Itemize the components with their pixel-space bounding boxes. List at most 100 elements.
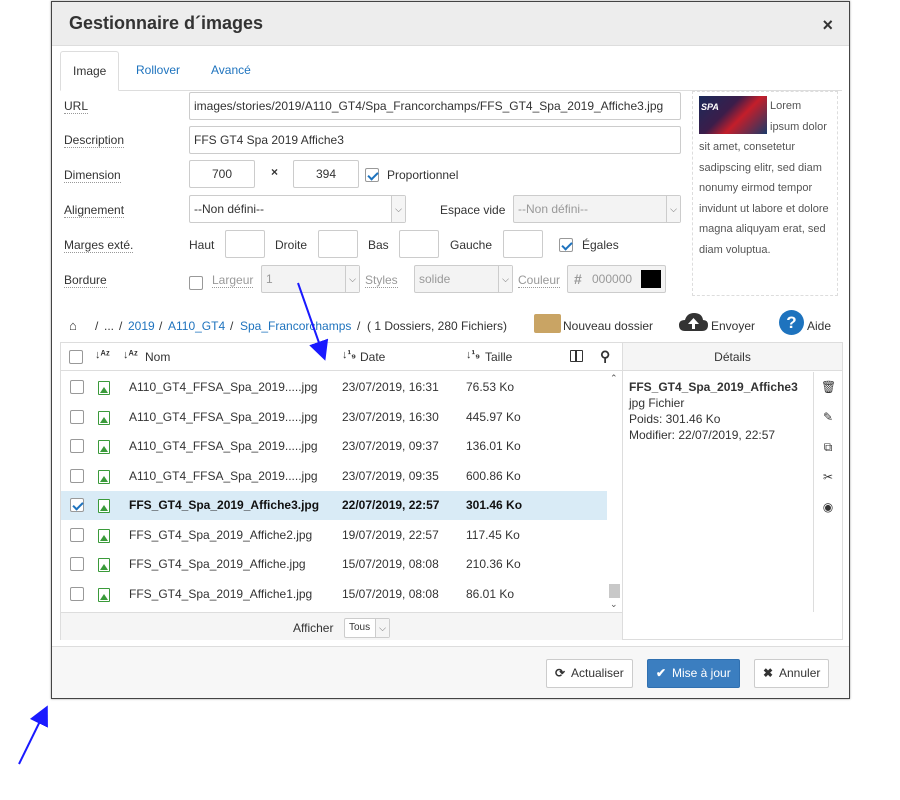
sort-alpha-icon[interactable]: ↓ᴬᶻ [123, 349, 138, 361]
row-checkbox[interactable] [70, 527, 84, 542]
url-input[interactable]: images/stories/2019/A110_GT4/Spa_Francor… [189, 92, 681, 120]
row-checkbox[interactable] [70, 439, 84, 453]
help-button[interactable]: Aide [807, 319, 831, 333]
file-list-scrollbar[interactable]: ⌃ ⌄ [608, 373, 621, 611]
width-input[interactable]: 700 [189, 160, 255, 188]
styles-select[interactable]: solide ⌵ [414, 265, 513, 293]
file-date: 15/07/2019, 08:08 [342, 586, 439, 601]
help-icon[interactable]: ? [779, 310, 804, 335]
file-name[interactable]: FFS_GT4_Spa_2019_Affiche1.jpg [129, 580, 312, 609]
breadcrumb-ellipsis[interactable]: ... [104, 319, 114, 333]
sort-numeric-icon[interactable]: ↓¹₉ [342, 349, 356, 361]
copy-icon[interactable]: ⧉ [821, 440, 835, 454]
row-checkbox[interactable] [70, 409, 84, 424]
image-file-icon [98, 410, 110, 425]
edit-icon[interactable]: ✎ [821, 410, 835, 424]
margin-bottom-input[interactable] [399, 230, 439, 258]
scroll-thumb[interactable] [609, 584, 620, 598]
margin-right-input[interactable] [318, 230, 358, 258]
column-date[interactable]: Date [360, 350, 385, 364]
sort-type-icon[interactable]: ↓ᴬᶻ [95, 349, 110, 361]
show-select[interactable]: Tous ⌵ [344, 618, 390, 638]
close-icon[interactable]: × [822, 15, 833, 36]
select-all-checkbox[interactable] [69, 350, 83, 364]
espace-select[interactable]: --Non défini-- ⌵ [513, 195, 681, 223]
check-icon: ✔ [656, 666, 667, 680]
search-icon[interactable]: ⚲ [600, 348, 610, 365]
sort-numeric-icon[interactable]: ↓¹₉ [466, 349, 480, 361]
tab-rollover[interactable]: Rollover [124, 51, 192, 91]
row-checkbox[interactable] [70, 557, 84, 571]
egales-label: Égales [582, 238, 619, 252]
file-name[interactable]: FFS_GT4_Spa_2019_Affiche.jpg [129, 550, 306, 579]
file-name[interactable]: A110_GT4_FFSA_Spa_2019.....jpg [129, 462, 318, 491]
image-file-icon [98, 558, 110, 572]
table-row[interactable]: FFS_GT4_Spa_2019_Affiche1.jpg 15/07/2019,… [61, 580, 607, 609]
row-checkbox[interactable] [70, 468, 84, 483]
cancel-button[interactable]: ✖ Annuler [754, 659, 830, 688]
file-size: 445.97 Ko [466, 409, 521, 424]
file-name[interactable]: A110_GT4_FFSA_Spa_2019.....jpg [129, 403, 318, 432]
table-row[interactable]: FFS_GT4_Spa_2019_Affiche.jpg 15/07/2019, … [61, 550, 607, 579]
description-input[interactable]: FFS GT4 Spa 2019 Affiche3 [189, 126, 681, 154]
height-input[interactable]: 394 [293, 160, 359, 188]
largeur-label: Largeur [212, 273, 254, 288]
couleur-value: 000000 [592, 272, 633, 286]
file-date: 23/07/2019, 09:37 [342, 439, 439, 453]
row-checkbox[interactable] [70, 586, 84, 601]
tab-image[interactable]: Image [60, 51, 119, 91]
couleur-input[interactable]: # 000000 [567, 265, 666, 293]
file-date: 23/07/2019, 09:35 [342, 468, 439, 483]
gauche-label: Gauche [450, 238, 493, 252]
upload-button[interactable]: Envoyer [711, 319, 755, 333]
file-name[interactable]: A110_GT4_FFSA_Spa_2019.....jpg [129, 373, 318, 402]
preview-thumbnail: SPA [699, 96, 767, 134]
largeur-select[interactable]: 1 ⌵ [261, 265, 360, 293]
alignement-select[interactable]: --Non défini-- ⌵ [189, 195, 406, 223]
file-size: 301.46 Ko [466, 498, 523, 512]
scroll-down-icon[interactable]: ⌄ [610, 599, 618, 610]
table-row[interactable]: A110_GT4_FFSA_Spa_2019.....jpg 23/07/2019… [61, 403, 607, 432]
cloud-upload-icon[interactable] [678, 311, 709, 333]
color-swatch[interactable] [641, 270, 661, 288]
folder-icon[interactable] [534, 314, 561, 333]
proportionnel-checkbox[interactable] [365, 168, 379, 182]
table-row[interactable]: FFS_GT4_Spa_2019_Affiche3.jpg 22/07/2019,… [61, 491, 607, 520]
table-row[interactable]: A110_GT4_FFSA_Spa_2019.....jpg 23/07/2019… [61, 432, 607, 461]
breadcrumb-a110-gt4[interactable]: A110_GT4 [168, 319, 225, 333]
table-row[interactable]: A110_GT4_FFSA_Spa_2019.....jpg 23/07/2019… [61, 373, 607, 402]
bordure-checkbox[interactable] [189, 276, 203, 290]
image-file-icon [98, 381, 110, 395]
home-icon[interactable]: ⌂ [69, 318, 77, 333]
table-row[interactable]: A110_GT4_FFSA_Spa_2019.....jpg 23/07/2019… [61, 462, 607, 491]
trash-icon[interactable]: 🗑 [821, 380, 836, 394]
table-row[interactable]: FFS_GT4_Spa_2019_Affiche2.jpg 19/07/2019,… [61, 521, 607, 550]
file-size: 76.53 Ko [466, 380, 515, 394]
row-checkbox[interactable] [70, 498, 84, 512]
breadcrumb-spa-francorchamps[interactable]: Spa_Francorchamps [240, 319, 351, 333]
refresh-label: Actualiser [571, 666, 624, 680]
file-name[interactable]: FFS_GT4_Spa_2019_Affiche3.jpg [129, 491, 319, 520]
margin-top-input[interactable] [225, 230, 265, 258]
row-checkbox[interactable] [70, 380, 84, 394]
image-manager-dialog: Gestionnaire d´images × Image Rollover A… [51, 1, 850, 699]
tab-avance[interactable]: Avancé [199, 51, 263, 91]
breadcrumb-sep: / [95, 319, 99, 333]
new-folder-button[interactable]: Nouveau dossier [563, 319, 653, 333]
file-name[interactable]: FFS_GT4_Spa_2019_Affiche2.jpg [129, 521, 312, 550]
margin-left-input[interactable] [503, 230, 543, 258]
file-name[interactable]: A110_GT4_FFSA_Spa_2019.....jpg [129, 432, 318, 461]
columns-icon[interactable] [570, 350, 583, 362]
refresh-button[interactable]: ⟳ Actualiser [546, 659, 633, 688]
view-icon[interactable]: ◉ [821, 500, 835, 514]
file-size: 136.01 Ko [466, 439, 521, 453]
column-name[interactable]: Nom [145, 350, 170, 364]
egales-checkbox[interactable] [559, 238, 573, 252]
update-button[interactable]: ✔ Mise à jour [647, 659, 740, 688]
column-size[interactable]: Taille [485, 350, 512, 364]
breadcrumb-sep: / [119, 319, 123, 333]
breadcrumb-2019[interactable]: 2019 [128, 319, 155, 333]
cut-icon[interactable]: ✂ [821, 470, 835, 484]
marges-label: Marges exté. [64, 238, 134, 253]
scroll-up-icon[interactable]: ⌃ [610, 373, 618, 384]
